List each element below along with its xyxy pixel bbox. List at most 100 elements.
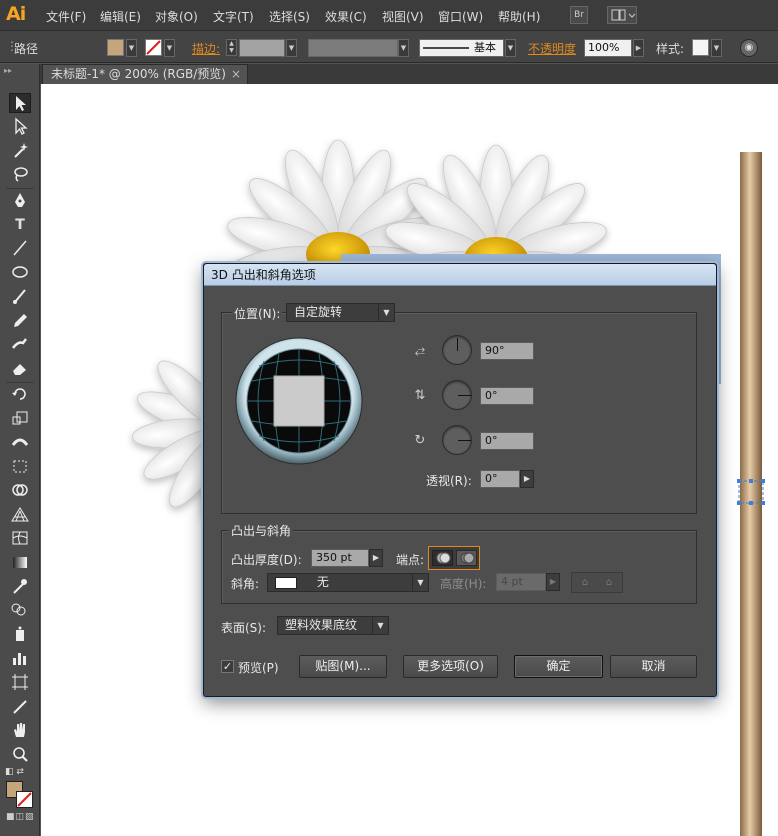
extrude-depth-slider-arrow[interactable]: ▶ <box>369 549 383 567</box>
gradient-tool-icon[interactable] <box>9 553 31 573</box>
fill-dropdown[interactable]: ▼ <box>126 39 137 57</box>
document-tab[interactable]: 未标题-1* @ 200% (RGB/预览) × <box>42 64 248 84</box>
stroke-weight-stepper[interactable]: ▲ ▼ <box>226 39 237 56</box>
slice-tool-icon[interactable] <box>9 697 31 717</box>
x-rotation-field[interactable]: 90° <box>480 342 534 360</box>
chevron-down-icon: ▼ <box>372 617 388 634</box>
default-colors-icon[interactable]: ◧ ⇄ <box>5 767 24 777</box>
rotation-track-cube[interactable] <box>234 336 364 466</box>
stroke-dropdown[interactable]: ▼ <box>164 39 175 57</box>
opacity-dropdown[interactable]: ▶ <box>633 39 644 57</box>
bridge-button[interactable]: Br <box>570 6 588 24</box>
blob-brush-tool-icon[interactable] <box>9 335 31 355</box>
pencil-tool-icon[interactable] <box>9 311 31 331</box>
line-segment-tool-icon[interactable] <box>9 239 31 259</box>
hand-tool-icon[interactable] <box>9 721 31 741</box>
ok-button[interactable]: 确定 <box>514 655 603 678</box>
bevel-height-slider-arrow[interactable]: ▶ <box>546 573 560 591</box>
lasso-tool-icon[interactable] <box>9 165 31 185</box>
position-dropdown[interactable]: 自定旋转 ▼ <box>286 303 395 322</box>
free-transform-tool-icon[interactable] <box>9 457 31 477</box>
arrange-documents-button[interactable] <box>607 6 637 24</box>
y-rotation-dial[interactable] <box>442 380 472 410</box>
preview-label: 预览(P) <box>238 661 279 675</box>
stroke-weight-field[interactable] <box>239 39 285 57</box>
menu-object[interactable]: 对象(O) <box>155 8 198 25</box>
y-rotation-field[interactable]: 0° <box>480 387 534 405</box>
map-art-button[interactable]: 贴图(M)... <box>299 655 387 678</box>
eyedropper-tool-icon[interactable] <box>9 577 31 597</box>
tool-divider <box>6 382 34 383</box>
brush-stroke-icon <box>423 47 469 49</box>
bevel-extent-in-icon[interactable]: ⌂ <box>599 575 619 590</box>
eraser-tool-icon[interactable] <box>9 359 31 379</box>
bevel-height-field[interactable]: 4 pt <box>496 573 546 591</box>
z-rotation-dial[interactable] <box>442 425 472 455</box>
rotate-tool-icon[interactable] <box>9 385 31 405</box>
menu-effect[interactable]: 效果(C) <box>325 8 367 25</box>
stroke-weight-dropdown[interactable]: ▼ <box>286 39 297 57</box>
menu-edit[interactable]: 编辑(E) <box>100 8 141 25</box>
perspective-slider-arrow[interactable]: ▶ <box>520 470 534 488</box>
brush-definition-dropdown[interactable]: ▼ <box>505 39 516 57</box>
graphic-style-swatch[interactable] <box>692 39 709 56</box>
opacity-label[interactable]: 不透明度 <box>528 40 576 57</box>
cancel-button[interactable]: 取消 <box>610 655 697 678</box>
color-mode-icons[interactable]: ■◫▨ <box>6 812 35 822</box>
panel-collapse-icon[interactable]: ▸▸ <box>4 66 12 75</box>
stroke-swatch[interactable] <box>145 39 162 56</box>
variable-width-field[interactable] <box>308 39 398 57</box>
bevel-label: 斜角: <box>231 577 260 591</box>
position-label: 位置(N): <box>232 305 283 322</box>
brush-definition-field[interactable]: 基本 <box>419 39 504 57</box>
bevel-extent-out-icon[interactable]: ⌂ <box>575 575 595 590</box>
width-tool-icon[interactable] <box>9 433 31 453</box>
perspective-grid-tool-icon[interactable] <box>9 505 31 525</box>
x-rotation-dial[interactable] <box>442 335 472 365</box>
menu-window[interactable]: 窗口(W) <box>438 8 483 25</box>
dialog-title[interactable]: 3D 凸出和斜角选项 <box>204 264 716 286</box>
ellipse-tool-icon[interactable] <box>9 263 31 283</box>
graphic-style-dropdown[interactable]: ▼ <box>711 39 722 57</box>
menu-view[interactable]: 视图(V) <box>382 8 424 25</box>
z-rotation-field[interactable]: 0° <box>480 432 534 450</box>
variable-width-dropdown[interactable]: ▼ <box>398 39 409 57</box>
blend-tool-icon[interactable] <box>9 601 31 621</box>
document-setup-icon[interactable]: ◉ <box>740 39 758 57</box>
bevel-height-label: 高度(H): <box>440 577 487 591</box>
menu-help[interactable]: 帮助(H) <box>498 8 540 25</box>
opacity-field[interactable]: 100% <box>584 39 632 57</box>
stroke-color-swatch[interactable] <box>16 791 33 808</box>
shape-builder-tool-icon[interactable] <box>9 481 31 501</box>
menu-file[interactable]: 文件(F) <box>46 8 86 25</box>
more-options-button[interactable]: 更多选项(O) <box>403 655 498 678</box>
menu-type[interactable]: 文字(T) <box>213 8 254 25</box>
paintbrush-tool-icon[interactable] <box>9 287 31 307</box>
surface-dropdown[interactable]: 塑料效果底纹 ▼ <box>277 616 389 635</box>
illustrator-logo: Ai <box>6 3 26 25</box>
perspective-label: 透视(R): <box>426 474 472 488</box>
bevel-dropdown[interactable]: 无 ▼ <box>267 573 429 592</box>
direct-selection-tool-icon[interactable] <box>9 117 31 137</box>
bevel-direction-group: ⌂ ⌂ <box>571 572 623 593</box>
perspective-field[interactable]: 0° <box>480 470 520 488</box>
extrude-depth-field[interactable]: 350 pt <box>311 549 369 567</box>
symbol-sprayer-tool-icon[interactable] <box>9 625 31 645</box>
pen-tool-icon[interactable] <box>9 191 31 211</box>
close-tab-icon[interactable]: × <box>231 65 241 84</box>
fill-swatch[interactable] <box>107 39 124 56</box>
stroke-label[interactable]: 描边: <box>192 40 220 57</box>
preview-checkbox[interactable]: ✓ <box>221 660 234 673</box>
zoom-tool-icon[interactable] <box>9 745 31 765</box>
mesh-tool-icon[interactable] <box>9 529 31 549</box>
cap-off-button[interactable] <box>456 550 477 566</box>
document-tab-title: 未标题-1* @ 200% (RGB/预览) <box>51 67 226 81</box>
selection-tool-icon[interactable] <box>9 93 31 113</box>
scale-tool-icon[interactable] <box>9 409 31 429</box>
column-graph-tool-icon[interactable] <box>9 649 31 669</box>
magic-wand-tool-icon[interactable] <box>9 141 31 161</box>
artboard-tool-icon[interactable] <box>9 673 31 693</box>
cap-on-button[interactable] <box>432 550 453 566</box>
type-tool-icon[interactable]: T <box>9 215 31 235</box>
menu-select[interactable]: 选择(S) <box>269 8 310 25</box>
